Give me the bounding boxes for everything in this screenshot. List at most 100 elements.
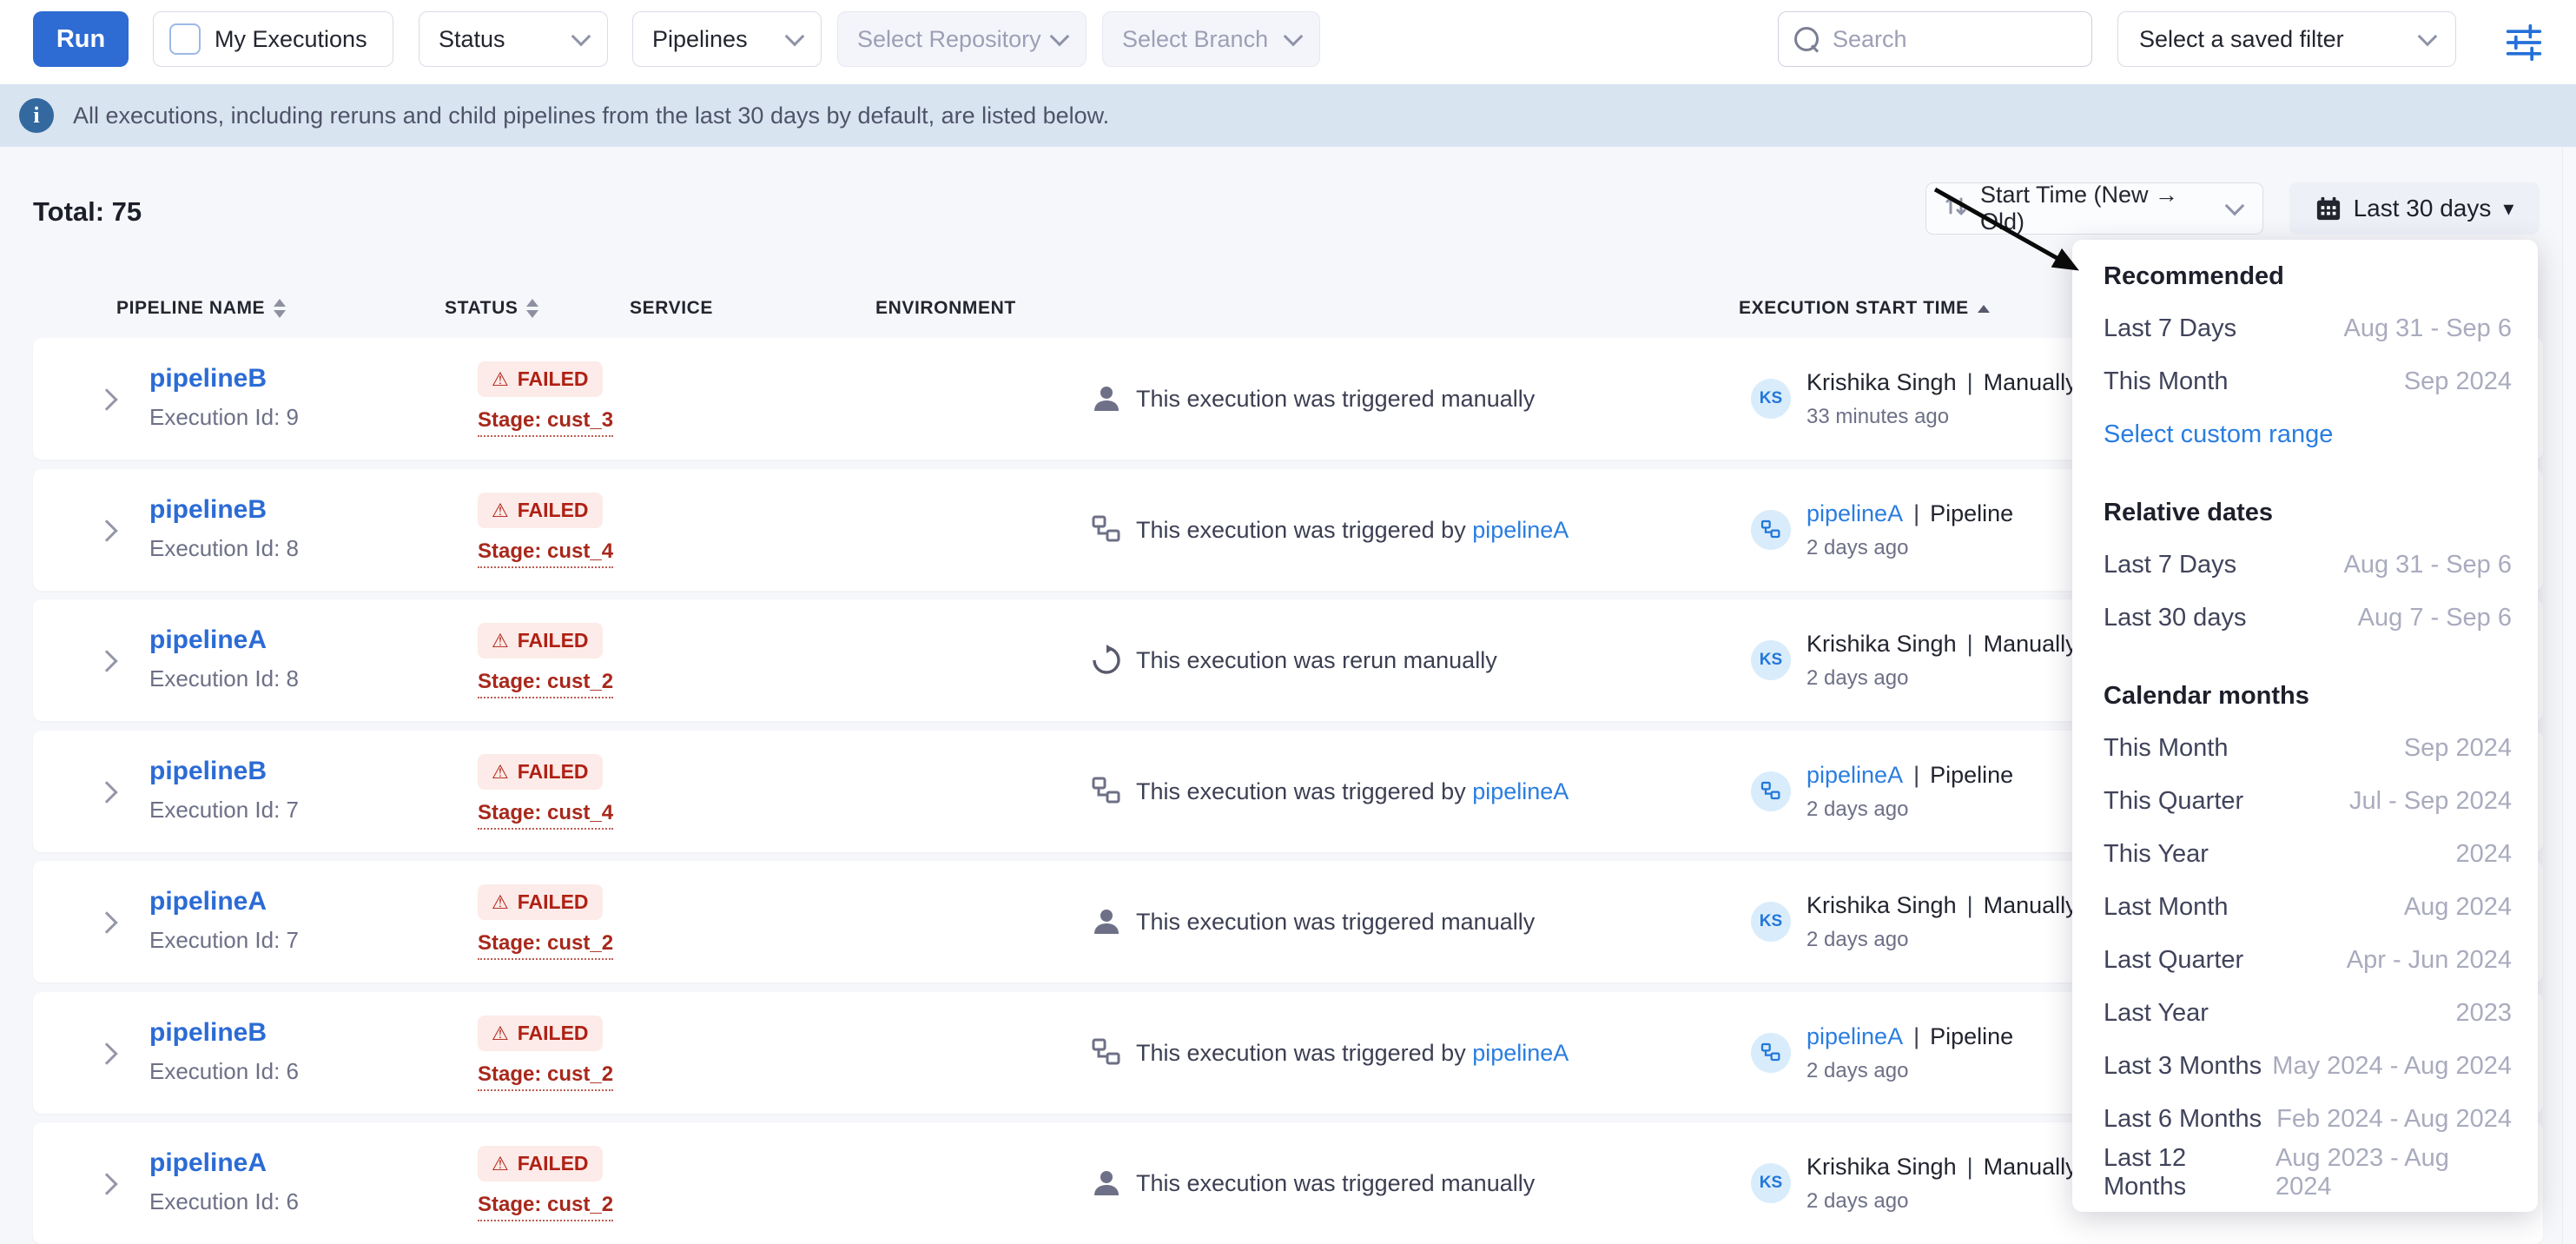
- expand-chevron-icon[interactable]: [96, 388, 117, 410]
- trigger-type-icon: [1091, 1168, 1122, 1199]
- stage-link[interactable]: Stage: cust_2: [478, 931, 613, 960]
- status-badge: ⚠FAILED: [478, 1016, 603, 1051]
- warning-icon: ⚠: [492, 368, 509, 391]
- my-executions-checkbox[interactable]: [169, 23, 201, 55]
- filter-settings-icon[interactable]: [2505, 23, 2543, 63]
- starter-name[interactable]: Krishika Singh: [1807, 369, 1957, 395]
- trigger-text: This execution was triggered manually: [1136, 909, 1535, 936]
- my-executions-toggle[interactable]: My Executions: [153, 11, 393, 67]
- warning-icon: ⚠: [492, 1022, 509, 1045]
- expand-chevron-icon[interactable]: [96, 650, 117, 672]
- header-execution-start-time[interactable]: EXECUTION START TIME: [1739, 292, 1990, 325]
- execution-id: Execution Id: 8: [149, 535, 299, 562]
- page-scrollbar[interactable]: [2562, 147, 2576, 1244]
- header-pipeline-name[interactable]: PIPELINE NAME: [116, 292, 286, 325]
- chevron-down-icon: [1284, 27, 1304, 47]
- select-branch-label: Select Branch: [1122, 26, 1268, 53]
- select-repository-dropdown[interactable]: Select Repository: [837, 11, 1087, 67]
- execution-start-cell: KS Krishika Singh|Manually 2 days ago: [1751, 1122, 2077, 1244]
- sort-both-icon: [274, 299, 286, 318]
- total-count: Total: 75: [33, 196, 142, 228]
- menu-item-last-quarter[interactable]: Last Quarter Apr - Jun 2024: [2104, 934, 2512, 987]
- executions-page: Run My Executions Status Pipelines Selec…: [0, 0, 2576, 1244]
- avatar: [1751, 1033, 1791, 1073]
- chevron-down-icon: [2418, 27, 2438, 47]
- trigger-mode: Pipeline: [1930, 762, 2013, 788]
- pipeline-name-link[interactable]: pipelineB: [149, 1018, 267, 1047]
- trigger-type-icon: [1091, 383, 1122, 414]
- execution-id: Execution Id: 7: [149, 797, 299, 824]
- expand-chevron-icon[interactable]: [96, 519, 117, 541]
- time-ago: 2 days ago: [1807, 1189, 2077, 1214]
- menu-item-last-7-days[interactable]: Last 7 Days Aug 31 - Sep 6: [2104, 539, 2512, 592]
- menu-item-this-month[interactable]: This Month Sep 2024: [2104, 722, 2512, 775]
- stage-link[interactable]: Stage: cust_3: [478, 408, 613, 437]
- saved-filter-label: Select a saved filter: [2139, 26, 2344, 53]
- menu-item-last-3-months[interactable]: Last 3 Months May 2024 - Aug 2024: [2104, 1040, 2512, 1093]
- pipeline-name-link[interactable]: pipelineB: [149, 364, 267, 393]
- stage-link[interactable]: Stage: cust_2: [478, 1062, 613, 1091]
- menu-item-select-custom-range[interactable]: Select custom range: [2104, 408, 2512, 461]
- date-range-menu: Recommended Last 7 Days Aug 31 - Sep 6 T…: [2072, 240, 2538, 1212]
- expand-chevron-icon[interactable]: [96, 1173, 117, 1194]
- saved-filter-dropdown[interactable]: Select a saved filter: [2117, 11, 2456, 67]
- execution-id: Execution Id: 7: [149, 927, 299, 954]
- stage-link[interactable]: Stage: cust_4: [478, 539, 613, 568]
- menu-item-this-month[interactable]: This Month Sep 2024: [2104, 355, 2512, 408]
- starter-name[interactable]: Krishika Singh: [1807, 1154, 1957, 1180]
- pipeline-name-link[interactable]: pipelineA: [149, 625, 267, 654]
- starter-name[interactable]: pipelineA: [1807, 1023, 1903, 1049]
- search-box: [1778, 11, 2092, 67]
- trigger-pipeline-link[interactable]: pipelineA: [1472, 517, 1569, 543]
- info-icon: i: [19, 98, 54, 133]
- avatar: KS: [1751, 640, 1791, 680]
- trigger-type-icon: [1091, 1037, 1122, 1069]
- menu-item-this-year[interactable]: This Year 2024: [2104, 828, 2512, 881]
- expand-chevron-icon[interactable]: [96, 1042, 117, 1064]
- menu-item-last-7-days[interactable]: Last 7 Days Aug 31 - Sep 6: [2104, 302, 2512, 355]
- date-range-button[interactable]: Last 30 days ▾: [2289, 182, 2540, 235]
- expand-chevron-icon[interactable]: [96, 781, 117, 803]
- menu-item-last-6-months[interactable]: Last 6 Months Feb 2024 - Aug 2024: [2104, 1093, 2512, 1146]
- menu-item-last-year[interactable]: Last Year 2023: [2104, 987, 2512, 1040]
- starter-name[interactable]: pipelineA: [1807, 762, 1903, 788]
- starter-name[interactable]: Krishika Singh: [1807, 892, 1957, 918]
- status-filter-dropdown[interactable]: Status: [419, 11, 608, 67]
- avatar: KS: [1751, 1163, 1791, 1203]
- header-environment: ENVIRONMENT: [875, 292, 1016, 325]
- pipeline-name-link[interactable]: pipelineA: [149, 887, 267, 916]
- menu-item-last-month[interactable]: Last Month Aug 2024: [2104, 881, 2512, 934]
- menu-item-this-quarter[interactable]: This Quarter Jul - Sep 2024: [2104, 775, 2512, 828]
- status-badge: ⚠FAILED: [478, 493, 603, 528]
- select-branch-dropdown[interactable]: Select Branch: [1102, 11, 1320, 67]
- stage-link[interactable]: Stage: cust_4: [478, 801, 613, 830]
- my-executions-label: My Executions: [215, 26, 367, 53]
- trigger-pipeline-link[interactable]: pipelineA: [1472, 1040, 1569, 1066]
- execution-start-cell: pipelineA|Pipeline 2 days ago: [1751, 469, 2013, 591]
- menu-item-last-30-days[interactable]: Last 30 days Aug 7 - Sep 6: [2104, 592, 2512, 645]
- pipeline-name-link[interactable]: pipelineA: [149, 1148, 267, 1177]
- expand-chevron-icon[interactable]: [96, 911, 117, 933]
- stage-link[interactable]: Stage: cust_2: [478, 1193, 613, 1221]
- avatar: [1751, 771, 1791, 811]
- pipeline-name-link[interactable]: pipelineB: [149, 495, 267, 524]
- sort-both-icon: [526, 299, 538, 318]
- trigger-pipeline-link[interactable]: pipelineA: [1472, 778, 1569, 804]
- trigger-mode: Pipeline: [1930, 1023, 2013, 1049]
- pipelines-filter-dropdown[interactable]: Pipelines: [632, 11, 822, 67]
- pipeline-name-link[interactable]: pipelineB: [149, 757, 267, 785]
- search-input[interactable]: [1831, 25, 2043, 54]
- run-button[interactable]: Run: [33, 11, 129, 67]
- header-status[interactable]: STATUS: [445, 292, 538, 325]
- menu-item-last-12-months[interactable]: Last 12 Months Aug 2023 - Aug 2024: [2104, 1146, 2512, 1199]
- starter-name[interactable]: pipelineA: [1807, 500, 1903, 526]
- menu-section-heading: Recommended: [2104, 250, 2512, 302]
- stage-link[interactable]: Stage: cust_2: [478, 670, 613, 698]
- trigger-type-icon: [1091, 645, 1122, 676]
- starter-name[interactable]: Krishika Singh: [1807, 631, 1957, 657]
- date-range-label: Last 30 days: [2354, 195, 2492, 222]
- chevron-down-icon: [571, 27, 591, 47]
- calendar-icon: [2315, 195, 2342, 222]
- caret-down-icon: ▾: [2503, 196, 2513, 222]
- chevron-down-icon: [785, 27, 805, 47]
